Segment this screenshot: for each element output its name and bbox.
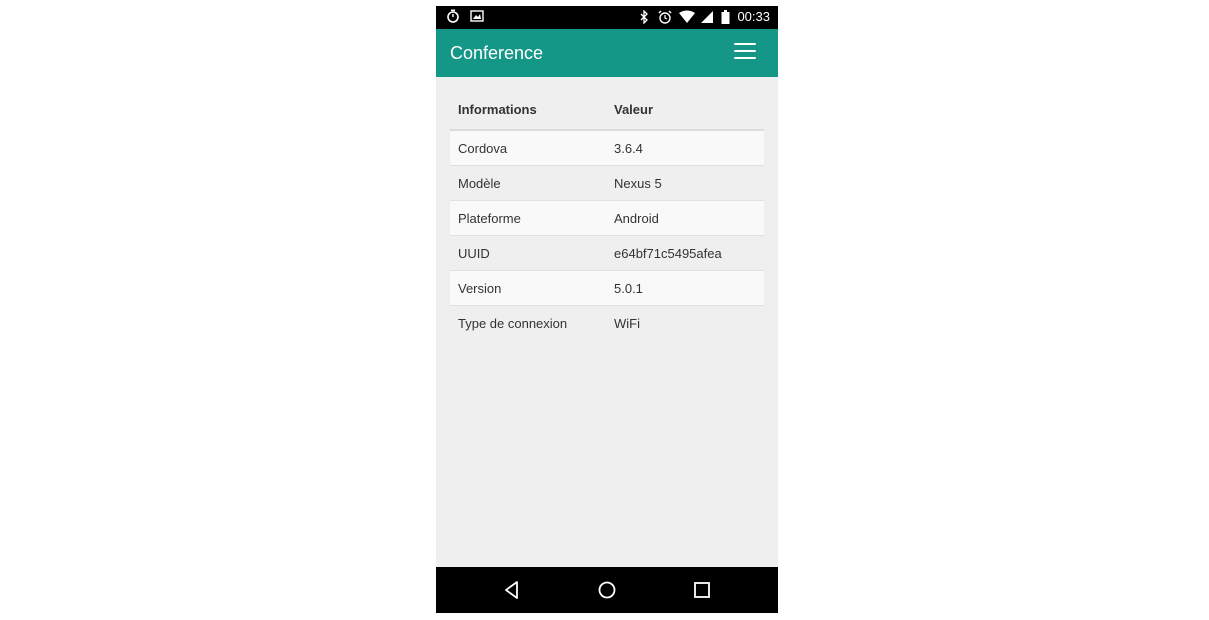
row-label: UUID (450, 235, 606, 271)
table-row: Cordova 3.6.4 (450, 129, 764, 166)
stopwatch-icon (446, 9, 460, 23)
row-value: Android (606, 200, 764, 236)
row-label: Plateforme (450, 200, 606, 236)
status-bar: 00:33 (436, 6, 778, 29)
system-nav-bar (436, 567, 778, 613)
row-label: Cordova (450, 129, 606, 166)
row-label: Version (450, 270, 606, 306)
status-bar-right: 00:33 (637, 9, 770, 25)
table-header-row: Informations Valeur (450, 89, 764, 131)
device-info-table: Informations Valeur Cordova 3.6.4 Modèle… (450, 89, 764, 340)
status-bar-left (446, 9, 484, 23)
row-label: Type de connexion (450, 305, 606, 340)
app-title: Conference (450, 43, 544, 63)
status-time: 00:33 (737, 9, 770, 24)
table-row: Type de connexion WiFi (450, 305, 764, 340)
table-row: Version 5.0.1 (450, 270, 764, 306)
phone-screen: 00:33 Conference Informations Valeur Cor… (436, 6, 778, 613)
hamburger-menu-icon[interactable] (734, 43, 756, 63)
table-row: Modèle Nexus 5 (450, 165, 764, 201)
row-value: Nexus 5 (606, 165, 764, 201)
row-value: WiFi (606, 305, 764, 340)
signal-icon (700, 10, 714, 24)
app-bar: Conference (436, 29, 778, 77)
recents-icon[interactable] (691, 579, 713, 601)
wifi-icon (679, 10, 696, 24)
home-icon[interactable] (596, 579, 618, 601)
alarm-icon (658, 10, 672, 24)
table-row: Plateforme Android (450, 200, 764, 236)
table-row: UUID e64bf71c5495afea (450, 235, 764, 271)
row-label: Modèle (450, 165, 606, 201)
row-value: 3.6.4 (606, 129, 764, 166)
header-informations: Informations (450, 89, 606, 131)
row-value: 5.0.1 (606, 270, 764, 306)
header-valeur: Valeur (606, 89, 764, 131)
bluetooth-icon (637, 9, 651, 25)
row-value: e64bf71c5495afea (606, 235, 764, 271)
device-info-panel: Informations Valeur Cordova 3.6.4 Modèle… (450, 89, 764, 340)
image-icon (470, 9, 484, 23)
back-icon[interactable] (501, 579, 523, 601)
battery-icon (721, 10, 730, 24)
